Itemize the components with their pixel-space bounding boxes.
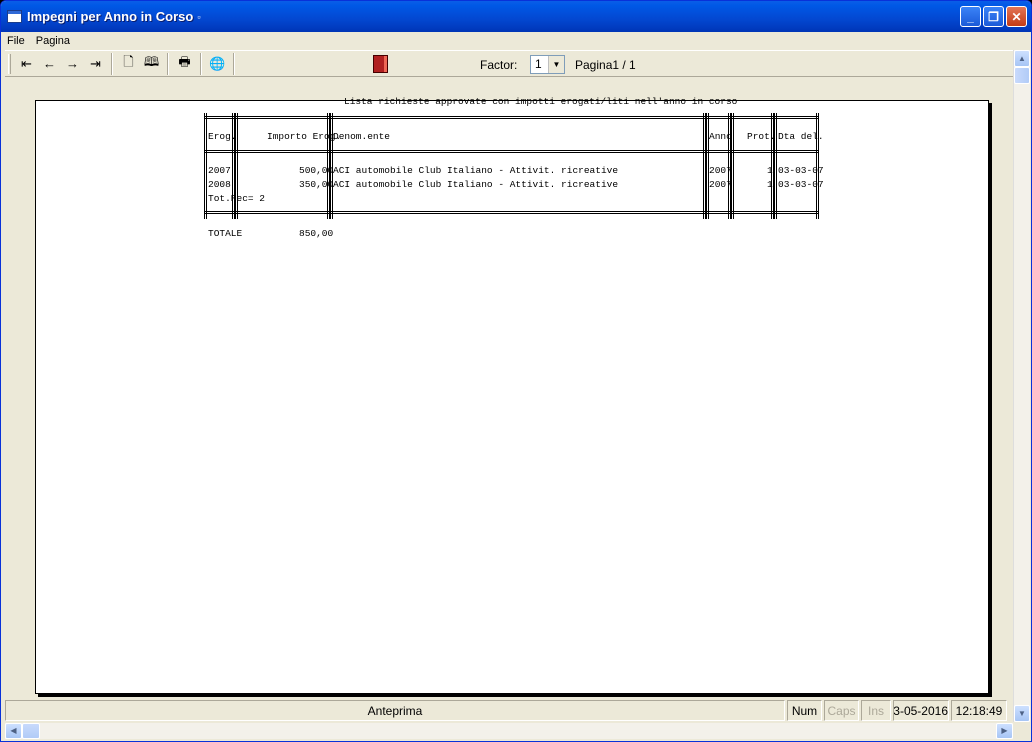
scroll-down-icon[interactable]: ▼ xyxy=(1014,705,1030,722)
header-erog: Erog. xyxy=(208,131,237,142)
two-page-icon[interactable]: 🕮 xyxy=(140,53,163,75)
toolbar-separator xyxy=(111,52,113,75)
status-num: Num xyxy=(787,700,822,721)
toolbar-separator xyxy=(200,52,202,75)
close-button[interactable]: ✕ xyxy=(1006,6,1027,27)
exit-icon[interactable] xyxy=(373,55,388,73)
chevron-down-icon[interactable]: ▼ xyxy=(548,56,564,73)
first-page-icon[interactable]: ⇤ xyxy=(15,53,38,75)
table-row-importo: 500,00 xyxy=(299,165,334,176)
header-denom: Denom.ente xyxy=(333,131,391,142)
factor-value: 1 xyxy=(535,57,542,71)
tot-rec: Tot.Rec= 2 xyxy=(208,193,266,204)
status-bar: Anteprima Num Caps Ins 03-05-2016 12:18:… xyxy=(5,699,1013,722)
table-row-prot: 1 xyxy=(767,165,773,176)
prev-page-icon[interactable]: ← xyxy=(38,53,61,75)
main-window: Impegni per Anno in Corso ▫ _ ❐ ✕ File P… xyxy=(0,0,1032,742)
status-date: 03-05-2016 xyxy=(893,700,949,721)
status-caps: Caps xyxy=(824,700,859,721)
table-row-denom: ACI automobile Club Italiano - Attivit. … xyxy=(333,165,619,176)
title-suffix-icon: ▫ xyxy=(197,11,201,22)
table-row-erog: 2007 xyxy=(208,165,231,176)
toolbar-separator xyxy=(233,52,235,75)
menu-bar: File Pagina xyxy=(1,32,1031,50)
status-ins: Ins xyxy=(861,700,891,721)
hscroll-thumb[interactable] xyxy=(22,723,40,739)
totale-label: TOTALE xyxy=(208,228,243,239)
report-title: Lista richieste approvate con impotti er… xyxy=(344,96,738,107)
table-row-dta: 03-03-07 xyxy=(778,165,824,176)
single-page-icon[interactable]: 🗋 xyxy=(117,53,140,75)
scroll-right-icon[interactable]: ▶ xyxy=(996,723,1013,739)
export-icon[interactable]: 🌐 xyxy=(206,53,229,75)
header-dta: Dta del. xyxy=(778,131,824,142)
toolbar: ⇤ ← → ⇥ 🗋 🕮 🖶 🌐 Factor: 1 ▼ Pagina1 / 1 xyxy=(5,50,1013,77)
factor-select[interactable]: 1 ▼ xyxy=(530,55,565,74)
table-row-prot: 1 xyxy=(767,179,773,190)
app-icon[interactable] xyxy=(7,10,22,23)
page-indicator: Pagina1 / 1 xyxy=(575,58,636,72)
toolbar-separator xyxy=(167,52,169,75)
table-row-anno: 2007 xyxy=(709,165,732,176)
factor-label: Factor: xyxy=(480,58,518,72)
rule xyxy=(204,150,819,153)
header-anno: Anno xyxy=(709,131,732,142)
table-row-erog: 2008 xyxy=(208,179,231,190)
preview-area: Lista richieste approvate con impotti er… xyxy=(5,77,1013,697)
horizontal-scrollbar[interactable]: ◀ ▶ xyxy=(5,723,1013,739)
print-icon[interactable]: 🖶 xyxy=(173,53,196,75)
totale-value: 850,00 xyxy=(299,228,334,239)
rule xyxy=(204,116,819,119)
scroll-up-icon[interactable]: ▲ xyxy=(1014,50,1030,67)
minimize-button[interactable]: _ xyxy=(960,6,981,27)
menu-pagina[interactable]: Pagina xyxy=(30,35,75,47)
status-mode: Anteprima xyxy=(5,700,785,721)
table-row-anno: 2007 xyxy=(709,179,732,190)
report-page: Lista richieste approvate con impotti er… xyxy=(35,96,989,694)
table-row-denom: ACI automobile Club Italiano - Attivit. … xyxy=(333,179,619,190)
title-bar[interactable]: Impegni per Anno in Corso ▫ _ ❐ ✕ xyxy=(1,1,1031,32)
status-time: 12:18:49 xyxy=(951,700,1007,721)
next-page-icon[interactable]: → xyxy=(61,53,84,75)
last-page-icon[interactable]: ⇥ xyxy=(84,53,107,75)
rule xyxy=(204,211,819,214)
maximize-button[interactable]: ❐ xyxy=(983,6,1004,27)
window-title: Impegni per Anno in Corso xyxy=(27,9,194,24)
toolbar-grip[interactable] xyxy=(8,53,11,74)
scroll-left-icon[interactable]: ◀ xyxy=(5,723,22,739)
vertical-scrollbar[interactable]: ▲ ▼ xyxy=(1013,50,1030,722)
menu-file[interactable]: File xyxy=(1,35,30,47)
header-prot: Prot. xyxy=(747,131,776,142)
table-row-importo: 350,00 xyxy=(299,179,334,190)
scroll-thumb[interactable] xyxy=(1014,67,1030,84)
header-importo: Importo Erog. xyxy=(267,131,342,142)
table-row-dta: 03-03-07 xyxy=(778,179,824,190)
